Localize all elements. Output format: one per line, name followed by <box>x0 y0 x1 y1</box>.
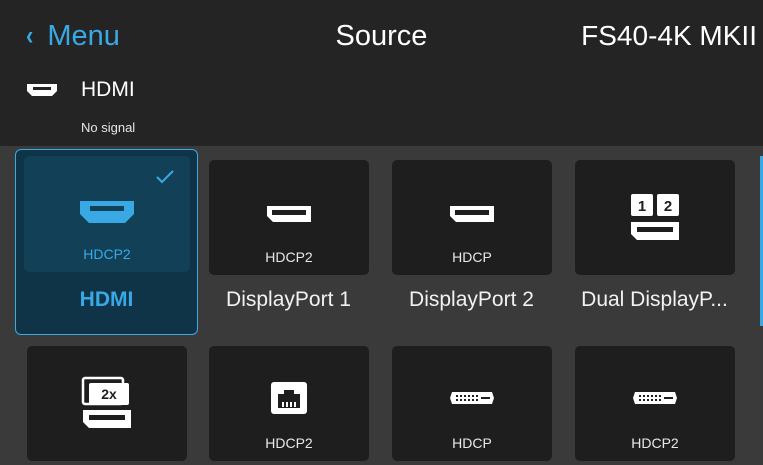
menu-back-label: Menu <box>47 19 120 52</box>
source-tile-hdmi[interactable]: HDCP2 HDMI <box>15 149 198 335</box>
hdmi-icon <box>25 82 59 103</box>
source-tile-hdmi-card: HDCP2 <box>24 156 190 272</box>
source-name: HDMI <box>79 288 134 311</box>
hdcp-label: HDCP <box>452 249 492 265</box>
header-bar: ‹ Menu Source FS40-4K MKII HDMI No signa… <box>0 0 763 146</box>
dual-displayport-icon: 1 2 <box>575 192 735 249</box>
displayport-icon <box>209 204 369 229</box>
2x-displayport-icon: 2x <box>27 376 187 435</box>
source-tile-dual-displayport[interactable]: 1 2 <box>575 160 735 275</box>
hdcp-label: HDCP2 <box>631 435 679 451</box>
hdcp-label: HDCP2 <box>265 435 313 451</box>
source-name: Dual DisplayP... <box>581 288 728 311</box>
current-source-name: HDMI <box>81 78 135 101</box>
source-tile-dvi-1[interactable]: HDCP <box>392 346 552 461</box>
hdcp-label: HDCP2 <box>83 246 131 262</box>
svg-text:2x: 2x <box>101 386 117 402</box>
source-grid: HDCP2 HDMI HDCP2 DisplayPort 1 HDCP Disp… <box>0 146 763 465</box>
current-source-status: No signal <box>81 120 136 135</box>
menu-back-button[interactable]: ‹ Menu <box>26 16 120 56</box>
source-name: DisplayPort 2 <box>409 288 534 311</box>
hdcp-label: HDCP <box>452 435 492 451</box>
dvi-icon <box>392 390 552 411</box>
chevron-left-icon: ‹ <box>26 20 34 51</box>
hdcp-label: HDCP2 <box>265 249 313 265</box>
source-tile-dvi-2[interactable]: HDCP2 <box>575 346 735 461</box>
svg-text:2: 2 <box>664 198 672 215</box>
checkmark-icon <box>156 170 174 189</box>
hdbaset-icon <box>209 380 369 421</box>
source-tile-hdbaset[interactable]: HDCP2 <box>209 346 369 461</box>
source-tile-displayport-2[interactable]: HDCP <box>392 160 552 275</box>
source-tile-displayport-1[interactable]: HDCP2 <box>209 160 369 275</box>
model-name: FS40-4K MKII <box>581 20 757 51</box>
source-name: DisplayPort 1 <box>226 288 351 311</box>
svg-text:1: 1 <box>638 198 646 215</box>
displayport-icon <box>392 204 552 229</box>
source-tile-2x-displayport[interactable]: 2x <box>27 346 187 461</box>
hdmi-icon <box>24 199 190 230</box>
dvi-icon <box>575 390 735 411</box>
